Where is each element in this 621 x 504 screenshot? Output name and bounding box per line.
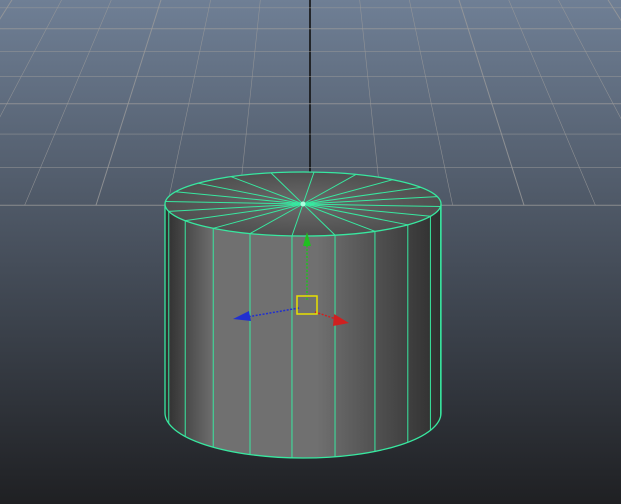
cylinder-side <box>165 204 441 458</box>
perspective-viewport[interactable] <box>0 0 621 504</box>
cylinder-cap-center <box>300 201 306 207</box>
scene-canvas[interactable] <box>0 0 621 504</box>
cylinder-mesh[interactable] <box>164 171 442 459</box>
